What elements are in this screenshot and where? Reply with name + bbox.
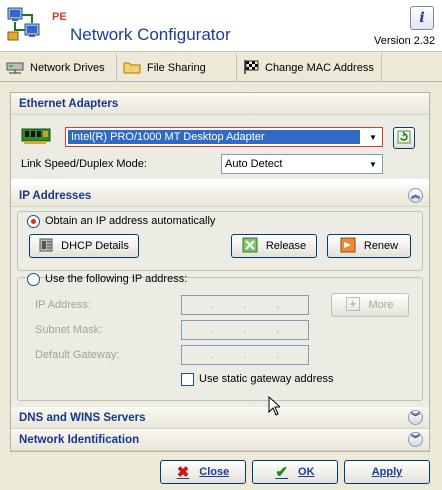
subnet-mask-label: Subnet Mask: [35,324,103,336]
renew-button[interactable]: Renew [327,234,411,258]
network-drives-button[interactable]: Network Drives [0,54,117,82]
expand-section-icon[interactable]: ︾ [408,432,423,447]
dhcp-details-label: DHCP Details [61,240,129,252]
ok-button[interactable]: ✔ OK [252,460,338,484]
network-drives-label: Network Drives [30,62,105,74]
renew-icon [340,237,356,256]
ethernet-adapters-body: Intel(R) PRO/1000 MT Desktop Adapter ▼ L… [11,115,429,179]
link-speed-select[interactable]: Auto Detect ▼ [221,154,383,174]
ip-addresses-header[interactable]: IP Addresses ︽ [11,185,429,207]
change-mac-address-button[interactable]: Change MAC Address [237,54,382,82]
static-gateway-label: Use static gateway address [199,373,334,385]
obtain-ip-automatically-label: Obtain an IP address automatically [45,215,216,227]
apply-label: Apply [371,466,403,478]
network-identification-header[interactable]: Network Identification ︾ [11,429,429,451]
file-sharing-label: File Sharing [147,62,206,74]
release-button[interactable]: Release [231,234,317,258]
adapter-select[interactable]: Intel(R) PRO/1000 MT Desktop Adapter ▼ [65,127,383,147]
close-label: Close [199,466,230,478]
pe-label: PE [52,11,67,23]
network-computers-logo-icon [6,6,42,42]
use-following-ip-label: Use the following IP address: [45,273,188,285]
chevron-down-icon: ▼ [365,156,381,172]
subnet-mask-field[interactable]: ... [181,320,309,340]
obtain-ip-automatically-radio[interactable] [27,215,40,228]
ip-address-field[interactable]: ... [181,295,309,315]
link-speed-value: Auto Detect [225,158,283,170]
use-following-ip-radio[interactable] [27,273,40,286]
chevron-down-icon: ▼ [365,129,381,145]
refresh-icon [397,130,411,147]
more-label: More [368,299,394,311]
toolbar: Network Drives File Sharing Change MAC A… [0,54,442,82]
ip-address-label: IP Address: [35,299,92,311]
ethernet-adapters-title: Ethernet Adapters [19,98,119,110]
release-label: Release [265,240,307,252]
link-speed-label: Link Speed/Duplex Mode: [21,158,147,170]
ethernet-adapters-header[interactable]: Ethernet Adapters [11,93,429,115]
dns-wins-header[interactable]: DNS and WINS Servers ︾ [11,407,429,429]
static-gateway-checkbox[interactable] [181,373,194,386]
adapter-select-value: Intel(R) PRO/1000 MT Desktop Adapter [68,130,360,144]
version-label: Version 2.32 [374,35,436,47]
close-icon: ✖ [176,464,190,481]
change-mac-address-label: Change MAC Address [265,62,374,74]
dns-wins-title: DNS and WINS Servers [19,412,146,424]
more-button[interactable]: More [331,293,409,317]
app-header: PE Network Configurator Version 2.32 i [0,0,442,52]
details-icon [39,238,53,255]
info-icon: i [419,10,425,26]
app-title: Network Configurator [70,25,231,44]
ip-addresses-body: Obtain an IP address automatically DHCP … [11,207,429,407]
refresh-adapters-button[interactable] [393,127,415,149]
checkmark-icon: ✔ [275,464,289,481]
folder-icon [123,60,141,77]
renew-label: Renew [363,240,399,252]
dhcp-details-button[interactable]: DHCP Details [29,234,139,258]
release-icon [242,237,258,256]
default-gateway-label: Default Gateway: [35,349,120,361]
file-sharing-button[interactable]: File Sharing [117,54,237,82]
close-button[interactable]: ✖ Close [160,460,246,484]
network-identification-title: Network Identification [19,434,140,446]
info-button[interactable]: i [410,6,434,30]
mouse-cursor-icon [268,395,282,419]
lightning-icon [346,296,361,314]
ok-label: OK [298,466,315,478]
default-gateway-field[interactable]: ... [181,345,309,365]
collapse-section-icon[interactable]: ︽ [408,188,423,203]
ip-addresses-title: IP Addresses [19,190,92,202]
network-card-icon [21,127,51,148]
network-drive-icon [6,60,24,77]
expand-section-icon[interactable]: ︾ [408,410,423,425]
main-panel: Ethernet Adapters Intel(R) PRO/1000 MT D… [10,92,430,452]
checkered-flag-icon [243,59,259,78]
apply-button[interactable]: Apply [344,460,430,484]
